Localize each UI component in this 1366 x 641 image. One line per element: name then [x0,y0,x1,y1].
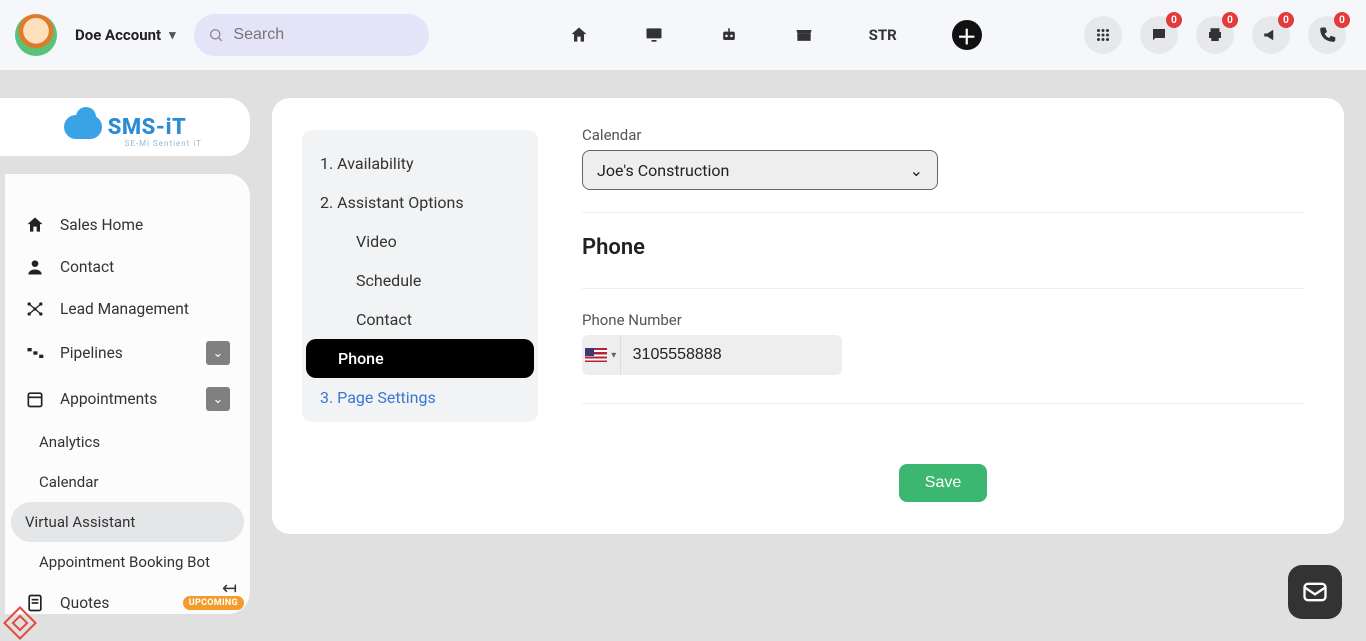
sidebar-item-quotes[interactable]: Quotes UPCOMING [5,582,250,614]
document-icon [25,593,45,613]
cloud-icon [64,115,102,139]
chevron-down-icon[interactable]: ⌄ [206,341,230,365]
wizard-sub-video[interactable]: Video [306,222,534,261]
phone-input-group: ▾ [582,335,842,375]
main-content-card: 1. Availability 2. Assistant Options Vid… [272,98,1344,534]
sidebar-label: Calendar [39,473,99,491]
brand-logo-area[interactable]: SMS-iT SE-Mi Sentient iT [0,98,250,156]
sidebar-item-lead-management[interactable]: Lead Management [5,288,250,330]
phone-button[interactable]: 0 [1308,16,1346,54]
us-flag-icon [585,348,607,362]
store-icon[interactable] [794,25,814,45]
str-nav-item[interactable]: STR [869,26,897,44]
country-code-select[interactable]: ▾ [582,335,621,375]
chevron-down-icon[interactable]: ⌄ [206,387,230,411]
wizard-step-page-settings[interactable]: 3. Page Settings [302,378,538,417]
global-search[interactable] [194,14,429,56]
sidebar-item-sales-home[interactable]: Sales Home [5,204,250,246]
messages-button[interactable]: 0 [1140,16,1178,54]
user-avatar[interactable] [15,14,57,56]
print-badge: 0 [1222,12,1238,28]
wizard-sub-schedule[interactable]: Schedule [306,261,534,300]
sidebar-item-contact[interactable]: Contact [5,246,250,288]
sidebar-item-analytics[interactable]: Analytics [5,422,250,462]
sidebar-label: Virtual Assistant [25,513,135,531]
sidebar-label: Pipelines [60,344,123,362]
phone-badge: 0 [1334,12,1350,28]
home-icon[interactable] [569,25,589,45]
sidebar-item-appointments[interactable]: Appointments ⌄ [5,376,250,422]
phone-number-label: Phone Number [582,311,1304,329]
phone-number-input[interactable] [621,346,842,364]
wizard-step-availability[interactable]: 1. Availability [302,144,538,183]
wizard-sub-contact[interactable]: Contact [306,300,534,339]
add-button[interactable]: ＋ [952,20,982,50]
divider [582,288,1304,289]
calendar-value: Joe's Construction [597,161,729,180]
form-area: Calendar Joe's Construction ⌄ Phone Phon… [538,98,1344,534]
pipeline-icon [25,343,45,363]
chat-widget-button[interactable] [1288,565,1342,619]
save-button[interactable]: Save [899,464,987,502]
search-input[interactable] [233,26,414,44]
sidebar-label: Appointment Booking Bot [39,553,210,571]
wizard-sub-phone[interactable]: Phone [306,339,534,378]
brand-name: SMS-iT [108,115,187,140]
sidebar-item-virtual-assistant[interactable]: Virtual Assistant [11,502,244,542]
chevron-down-icon: ⌄ [910,161,923,180]
calendar-select[interactable]: Joe's Construction ⌄ [582,150,938,190]
divider [582,403,1304,404]
sidebar-label: Contact [60,258,114,276]
network-icon [25,299,45,319]
wizard-step-assistant-options[interactable]: 2. Assistant Options [302,183,538,222]
messages-badge: 0 [1166,12,1182,28]
main-sidebar: Sales Home Contact Lead Management Pipel… [5,174,250,614]
sidebar-item-pipelines[interactable]: Pipelines ⌄ [5,330,250,376]
robot-icon[interactable] [719,25,739,45]
wizard-steps: 1. Availability 2. Assistant Options Vid… [302,130,538,422]
divider [582,212,1304,213]
home-icon [25,215,45,235]
chevron-down-icon: ▾ [169,28,176,43]
brand-tagline: SE-Mi Sentient iT [125,139,202,148]
announcements-button[interactable]: 0 [1252,16,1290,54]
calendar-icon [25,389,45,409]
sidebar-label: Appointments [60,390,157,408]
person-icon [25,257,45,277]
calendar-label: Calendar [582,126,1304,144]
top-right-actions: 0 0 0 0 [1084,16,1366,54]
sidebar-item-calendar[interactable]: Calendar [5,462,250,502]
desktop-icon[interactable] [644,25,664,45]
chevron-down-icon: ▾ [611,350,616,361]
sidebar-label: Quotes [60,594,109,612]
account-name: Doe Account [75,26,161,44]
phone-section-title: Phone [582,235,1304,260]
print-button[interactable]: 0 [1196,16,1234,54]
top-nav: STR ＋ [569,20,982,50]
sidebar-label: Sales Home [60,216,143,234]
apps-grid-button[interactable] [1084,16,1122,54]
sidebar-item-appointment-booking-bot[interactable]: Appointment Booking Bot [5,542,250,582]
account-dropdown[interactable]: Doe Account ▾ [75,26,176,44]
search-icon [208,26,224,44]
mail-icon [1301,578,1329,606]
top-bar: Doe Account ▾ STR ＋ 0 0 0 0 [0,0,1366,70]
announcements-badge: 0 [1278,12,1294,28]
sidebar-label: Lead Management [60,300,189,318]
sidebar-label: Analytics [39,433,100,451]
collapse-sidebar-icon[interactable]: ↤ [222,578,237,599]
